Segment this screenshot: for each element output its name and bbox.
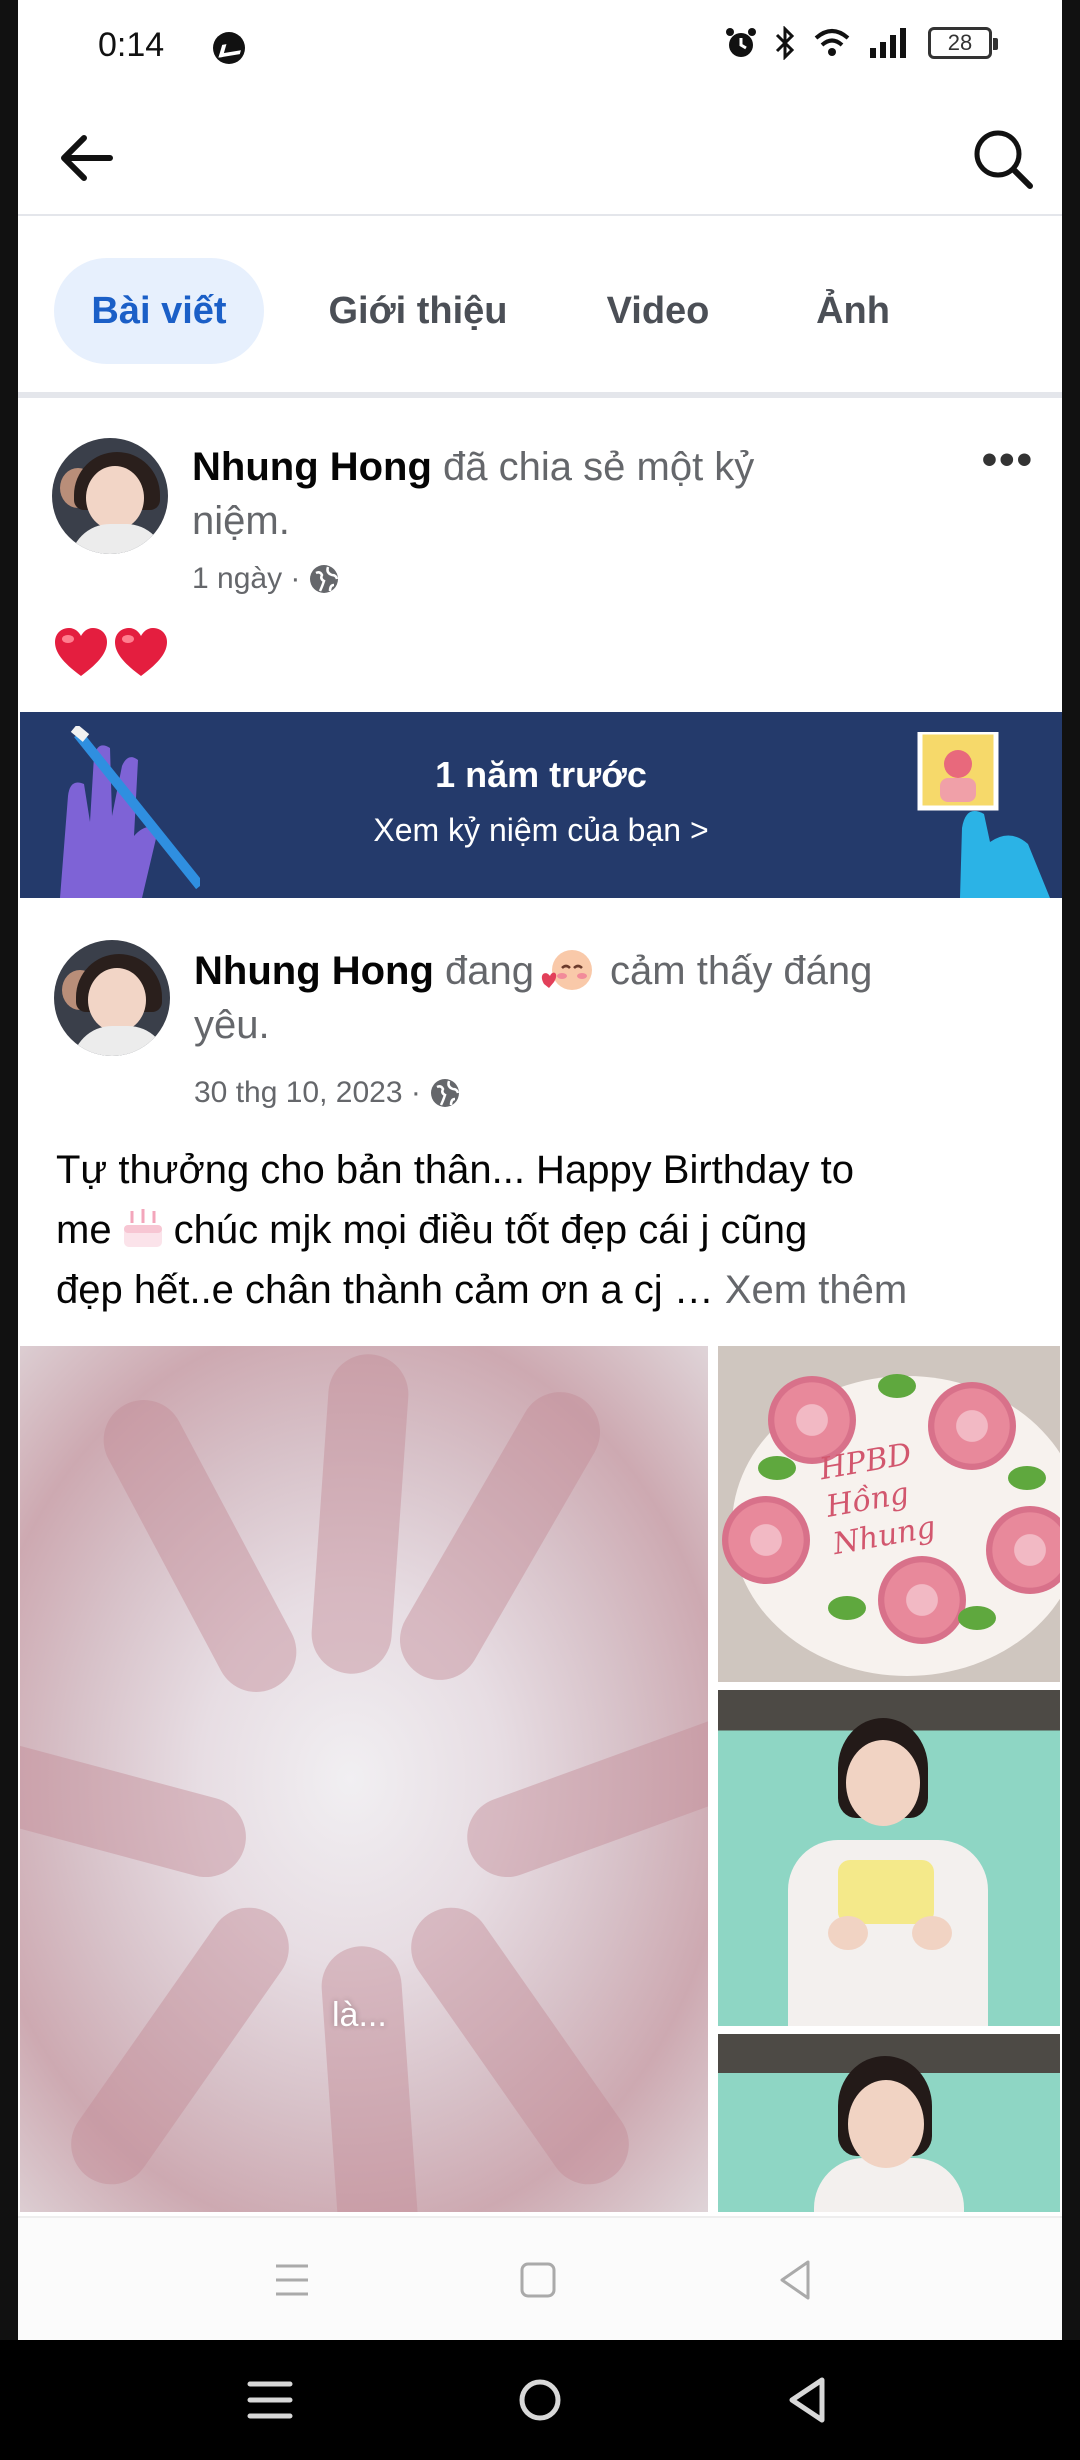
messenger-notification-icon <box>213 32 245 64</box>
post2-feeling-prefix: đang <box>445 949 535 993</box>
battery-icon: 28 <box>928 27 998 59</box>
tab-photos[interactable]: Ảnh <box>798 258 908 364</box>
screen-edge-right <box>1062 0 1080 2340</box>
hand-photo-illustration <box>917 732 1050 898</box>
memory-banner[interactable]: 1 năm trước Xem kỷ niệm của bạn > <box>20 712 1062 898</box>
screen-edge-left <box>0 0 18 2340</box>
avatar[interactable] <box>52 438 168 554</box>
tab-about[interactable]: Giới thiệu <box>308 258 528 364</box>
red-heart-icon <box>115 628 167 676</box>
home-circle-icon[interactable] <box>504 2364 576 2436</box>
status-bar: 0:14 28 <box>18 0 1062 100</box>
post2-body-line: me chúc mjk mọi điều tốt đẹp cái j cũng <box>56 1200 1036 1260</box>
alarm-icon <box>726 28 756 57</box>
app-header <box>18 100 1062 216</box>
post1-header: Nhung Hong đã chia sẻ một kỷ niệm. <box>192 440 872 548</box>
post2-feeling-text: cảm thấy đáng <box>610 949 873 993</box>
cake-text: HPBD Hồng Nhung <box>817 1436 939 1563</box>
system-navigation-bar <box>0 2340 1080 2460</box>
post2-body-line: Tự thưởng cho bản thân... Happy Birthday… <box>56 1148 855 1192</box>
menu-icon[interactable] <box>234 2364 306 2436</box>
post2-body-line: đẹp hết..e chân thành cảm ơn a cj … Xem … <box>56 1268 908 1312</box>
post1-reactions <box>52 624 170 682</box>
post1-action: đã chia sẻ một kỷ <box>443 445 755 489</box>
post2-meta: 30 thg 10, 2023 · <box>194 1076 461 1110</box>
back-icon[interactable] <box>764 2248 828 2312</box>
back-triangle-icon[interactable] <box>772 2364 844 2436</box>
back-arrow-icon[interactable] <box>54 126 118 190</box>
status-icons: 28 <box>724 26 998 60</box>
post2-photo-main[interactable]: là... <box>20 1346 708 2212</box>
see-more-link[interactable]: Xem thêm <box>725 1268 907 1312</box>
wifi-icon <box>814 29 850 56</box>
globe-icon <box>430 1079 460 1107</box>
signal-icon <box>870 28 906 58</box>
blushing-face-icon <box>541 950 593 990</box>
post2-author[interactable]: Nhung Hong <box>194 949 434 993</box>
app-navigation-bar <box>18 2216 1062 2340</box>
recents-icon[interactable] <box>260 2248 324 2312</box>
post1-time[interactable]: 1 ngày · <box>192 562 300 596</box>
post1-action-cont: niệm. <box>192 499 290 543</box>
photo-caption: là... <box>332 1996 387 2034</box>
post1-meta: 1 ngày · <box>192 562 340 596</box>
search-icon[interactable] <box>968 124 1038 194</box>
red-heart-icon <box>55 628 107 676</box>
post2-feeling-cont: yêu. <box>194 1003 270 1047</box>
home-icon[interactable] <box>506 2248 570 2312</box>
status-time: 0:14 <box>98 26 165 64</box>
post1-author[interactable]: Nhung Hong <box>192 445 432 489</box>
post2-photo-girl-cake[interactable] <box>718 1690 1060 2026</box>
more-options-icon[interactable]: ••• <box>982 438 1034 482</box>
globe-icon <box>310 565 339 593</box>
post2-time[interactable]: 30 thg 10, 2023 · <box>194 1076 421 1110</box>
post2-header: Nhung Hong đang cảm thấy đáng yêu. <box>194 944 1054 1052</box>
avatar[interactable] <box>54 940 170 1056</box>
post2-body: Tự thưởng cho bản thân... Happy Birthday… <box>56 1140 1036 1320</box>
birthday-cake-icon <box>123 1209 162 1247</box>
tab-video[interactable]: Video <box>588 258 728 364</box>
profile-tabs: Bài viết Giới thiệu Video Ảnh <box>18 218 1062 398</box>
bluetooth-icon <box>775 26 795 60</box>
post2-photo-cake[interactable]: HPBD Hồng Nhung <box>718 1346 1060 1682</box>
tab-posts[interactable]: Bài viết <box>54 258 264 364</box>
post2-photo-girl[interactable] <box>718 2034 1060 2212</box>
